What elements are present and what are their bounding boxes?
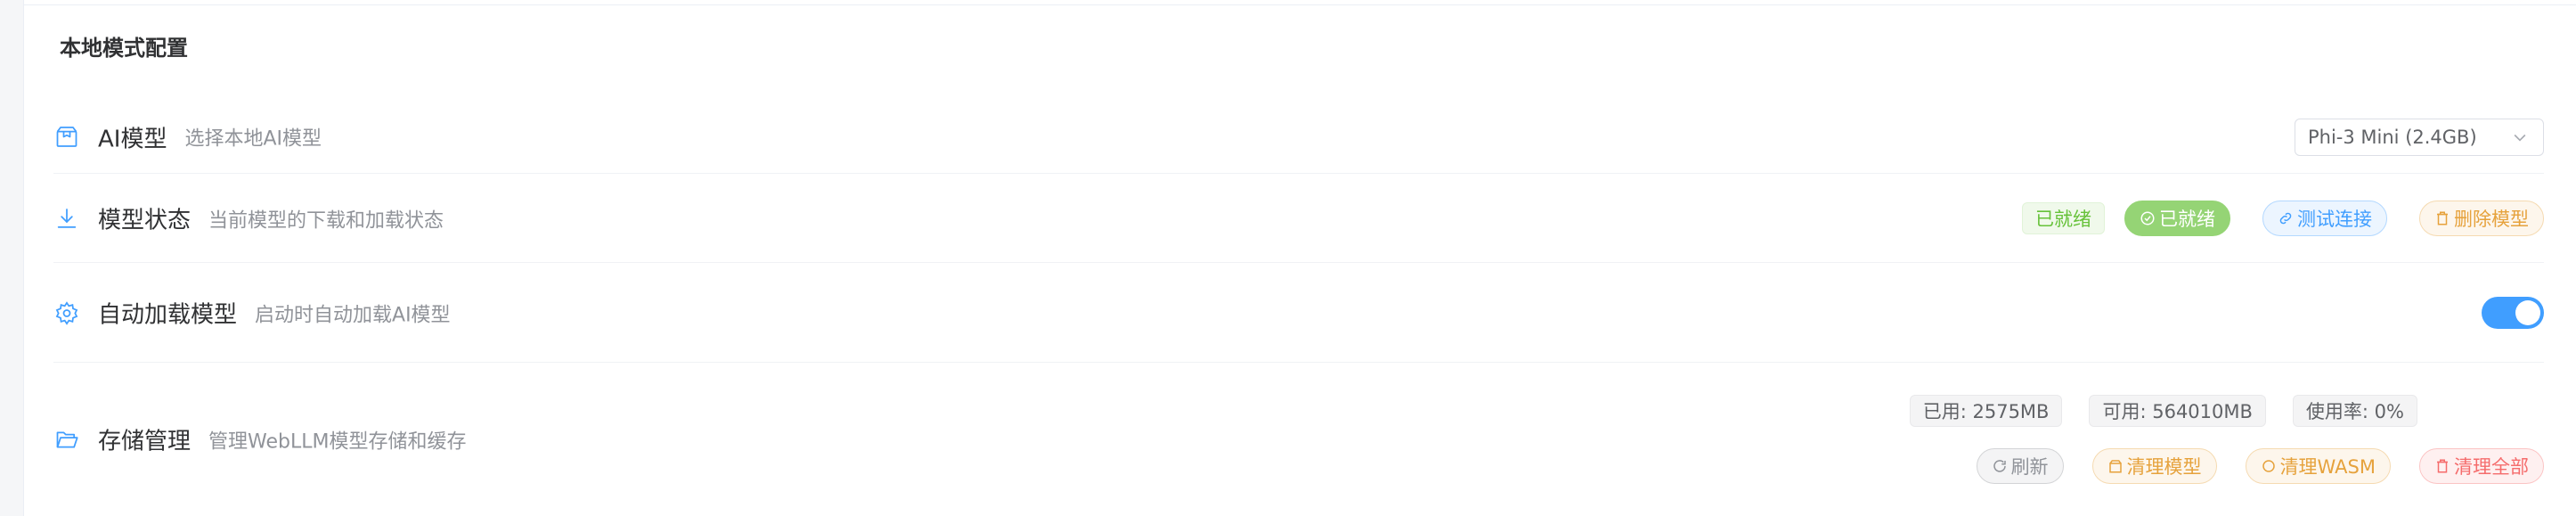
clear-models-label: 清理模型 <box>2126 456 2202 478</box>
clear-wasm-label: 清理WASM <box>2279 456 2376 478</box>
ai-model-select-value: Phi-3 Mini (2.4GB) <box>2308 126 2477 148</box>
trash-icon <box>2437 211 2448 225</box>
test-connection-label: 测试连接 <box>2297 209 2372 230</box>
storage-usage: 使用率: 0% <box>2292 395 2417 427</box>
package-icon <box>2108 460 2122 473</box>
auto-load-toggle[interactable] <box>2482 297 2544 329</box>
refresh-button[interactable]: 刷新 <box>1976 448 2064 484</box>
clear-models-button[interactable]: 清理模型 <box>2091 448 2217 484</box>
trash-icon <box>2437 459 2448 473</box>
ai-model-select[interactable]: Phi-3 Mini (2.4GB) <box>2295 118 2544 156</box>
settings-card: 本地模式配置 AI模型 选择本地AI模型 Phi-3 Mini (2.4GB) <box>23 0 2576 516</box>
clear-wasm-button[interactable]: 清理WASM <box>2245 448 2391 484</box>
row-model-status: 模型状态 当前模型的下载和加载状态 已就绪 已就绪 测试连接 删除模型 <box>53 174 2544 263</box>
folder-open-icon <box>53 426 80 453</box>
circle-icon <box>2262 460 2275 472</box>
row-ai-model: AI模型 选择本地AI模型 Phi-3 Mini (2.4GB) <box>53 100 2544 174</box>
package-icon <box>53 124 80 151</box>
check-circle-icon <box>2140 211 2155 225</box>
section-title: 本地模式配置 <box>60 36 188 61</box>
row-auto-load: 自动加载模型 启动时自动加载AI模型 <box>53 263 2544 363</box>
link-icon <box>2279 212 2292 225</box>
ready-button[interactable]: 已就绪 <box>2124 201 2230 236</box>
ai-model-desc: 选择本地AI模型 <box>184 127 322 151</box>
delete-model-label: 删除模型 <box>2454 209 2529 230</box>
refresh-label: 刷新 <box>2010 456 2049 478</box>
model-status-desc: 当前模型的下载和加载状态 <box>208 209 444 232</box>
ready-button-label: 已就绪 <box>2159 209 2215 230</box>
clear-all-label: 清理全部 <box>2454 456 2529 478</box>
test-connection-button[interactable]: 测试连接 <box>2262 201 2387 236</box>
storage-title: 存储管理 <box>98 428 192 455</box>
status-badge: 已就绪 <box>2022 202 2105 234</box>
storage-used: 已用: 2575MB <box>1909 395 2063 427</box>
gear-icon <box>53 299 80 326</box>
model-status-title: 模型状态 <box>98 207 192 234</box>
toggle-knob <box>2515 300 2540 325</box>
ai-model-title: AI模型 <box>98 126 167 152</box>
auto-load-desc: 启动时自动加载AI模型 <box>255 304 451 326</box>
chevron-down-icon <box>2514 134 2526 142</box>
top-divider <box>24 4 2576 5</box>
storage-available: 可用: 564010MB <box>2089 395 2266 427</box>
storage-desc: 管理WebLLM模型存储和缓存 <box>208 430 467 453</box>
download-icon <box>53 205 80 232</box>
delete-model-button[interactable]: 删除模型 <box>2419 201 2544 236</box>
clear-all-button[interactable]: 清理全部 <box>2419 448 2544 484</box>
auto-load-title: 自动加载模型 <box>98 301 238 329</box>
row-storage: 存储管理 管理WebLLM模型存储和缓存 已用: 2575MB 可用: 5640… <box>53 363 2544 516</box>
refresh-icon <box>1993 460 2006 472</box>
